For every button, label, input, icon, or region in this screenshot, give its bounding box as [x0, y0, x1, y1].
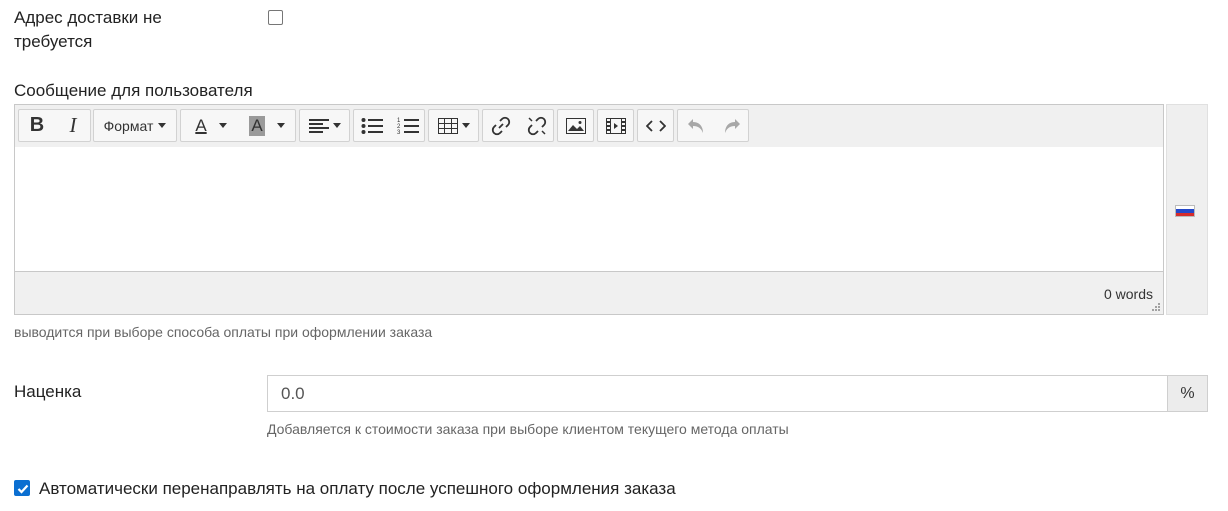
align-left-icon: [308, 118, 329, 133]
unlink-icon: [527, 116, 547, 135]
toolbar-group-table: [428, 109, 479, 142]
editor-toolbar: B I Формат A A 1 2 3: [15, 105, 1163, 148]
insert-media-button[interactable]: [598, 110, 633, 141]
resize-handle-icon[interactable]: [1151, 302, 1161, 312]
markup-hint: Добавляется к стоимости заказа при выбор…: [267, 421, 789, 437]
text-color-button[interactable]: A: [183, 110, 239, 141]
toolbar-group-code: [637, 109, 674, 142]
background-color-button[interactable]: A: [239, 110, 295, 141]
italic-button[interactable]: I: [55, 110, 91, 141]
table-icon: [437, 117, 458, 134]
markup-input[interactable]: [267, 375, 1168, 412]
undo-button[interactable]: [678, 110, 714, 141]
format-dropdown-label: Формат: [103, 117, 154, 134]
table-dropdown[interactable]: [429, 110, 478, 141]
numbered-list-button[interactable]: 1 2 3: [390, 110, 426, 141]
language-switcher: [1166, 104, 1208, 315]
undo-icon: [688, 118, 703, 133]
source-code-button[interactable]: [638, 110, 673, 141]
image-icon: [565, 117, 586, 134]
toolbar-group-media: [597, 109, 634, 142]
numbered-list-icon: 1 2 3: [397, 118, 419, 136]
chevron-down-icon: [332, 123, 341, 128]
toolbar-group-image: [557, 109, 594, 142]
percent-addon: %: [1167, 375, 1208, 412]
editor-content-area[interactable]: [15, 147, 1163, 273]
insert-image-button[interactable]: [558, 110, 593, 141]
no-delivery-checkbox[interactable]: [268, 10, 283, 25]
code-icon: [645, 119, 666, 132]
insert-link-button[interactable]: [483, 110, 519, 141]
word-count: 0 words: [1103, 286, 1153, 302]
auto-redirect-checkbox[interactable]: [14, 480, 30, 496]
link-icon: [491, 116, 511, 135]
bullet-list-button[interactable]: [354, 110, 390, 141]
russia-flag-icon[interactable]: [1175, 205, 1195, 217]
no-delivery-label: Адрес доставки не требуется: [14, 8, 162, 51]
background-color-icon: A: [249, 115, 265, 136]
video-icon: [605, 117, 626, 134]
checkmark-icon: [17, 484, 29, 494]
auto-redirect-label: Автоматически перенаправлять на оплату п…: [39, 479, 676, 498]
redo-button[interactable]: [714, 110, 750, 141]
chevron-down-icon: [218, 123, 227, 128]
chevron-down-icon: [158, 123, 167, 128]
bullet-list-icon: [361, 117, 383, 134]
toolbar-group-align: [299, 109, 350, 142]
text-color-icon: A: [195, 115, 207, 135]
remove-link-button[interactable]: [519, 110, 555, 141]
align-dropdown[interactable]: [300, 110, 349, 141]
redo-icon: [725, 118, 740, 133]
markup-label: Наценка: [14, 382, 82, 401]
toolbar-group-lists: 1 2 3: [353, 109, 425, 142]
user-message-label: Сообщение для пользователя: [14, 81, 253, 100]
svg-text:3: 3: [397, 130, 401, 136]
bold-button[interactable]: B: [19, 110, 55, 141]
rich-text-editor: B I Формат A A 1 2 3 0 words: [14, 104, 1164, 315]
chevron-down-icon: [276, 123, 285, 128]
toolbar-group-format: Формат: [93, 109, 177, 142]
toolbar-group-colors: A A: [180, 109, 296, 142]
format-dropdown[interactable]: Формат: [94, 110, 176, 141]
toolbar-group-links: [482, 109, 554, 142]
user-message-hint: выводится при выборе способа оплаты при …: [14, 324, 433, 340]
editor-statusbar: 0 words: [15, 271, 1163, 314]
toolbar-group-history: [677, 109, 749, 142]
toolbar-group-text-style: B I: [18, 109, 91, 142]
chevron-down-icon: [461, 123, 470, 128]
